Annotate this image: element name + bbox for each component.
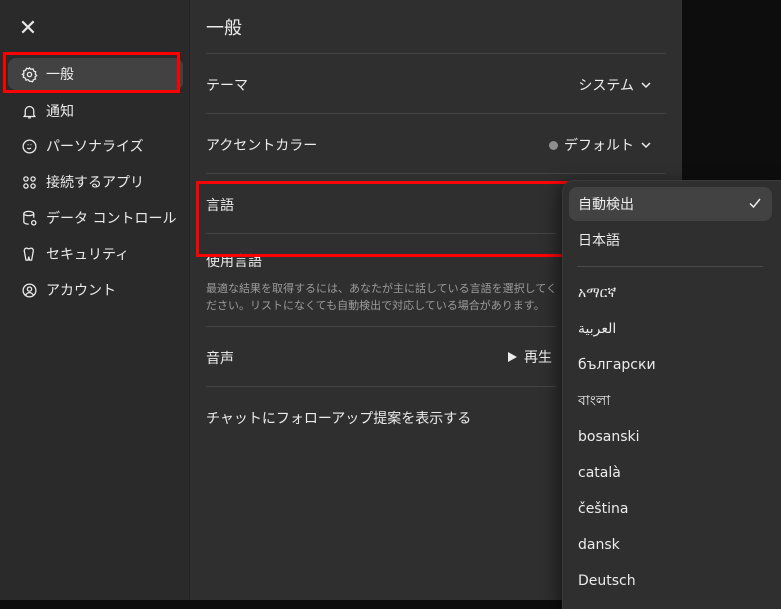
settings-sidebar: ✕ 一般 通知 パーソナライズ 接続するアプリ データ コントロール セキュリテ… (0, 0, 190, 600)
sidebar-item-general[interactable]: 一般 (8, 58, 183, 90)
sidebar-item-label: セキュリティ (46, 247, 130, 263)
sidebar-item-label: データ コントロール (46, 211, 177, 227)
dropdown-option-language[interactable]: বাংলা (569, 384, 772, 418)
chevron-down-icon (641, 142, 651, 149)
divider (206, 326, 556, 327)
dropdown-option-japanese[interactable]: 日本語 (569, 223, 772, 257)
user-circle-icon (20, 281, 38, 299)
divider (206, 173, 666, 174)
option-label: 日本語 (578, 233, 620, 249)
gear-icon (20, 65, 38, 83)
voice-label: 音声 (206, 351, 234, 367)
dropdown-option-language[interactable]: العربية (569, 312, 772, 346)
accent-color-value: デフォルト (564, 138, 634, 154)
dropdown-option-language[interactable]: dansk (569, 528, 772, 562)
sidebar-item-label: パーソナライズ (46, 139, 144, 155)
sidebar-item-account[interactable]: アカウント (8, 274, 183, 306)
voice-play-label: 再生 (524, 350, 552, 366)
database-icon (20, 209, 38, 227)
play-icon (508, 352, 517, 362)
dropdown-option-language[interactable]: български (569, 348, 772, 382)
accent-color-label: アクセントカラー (206, 138, 318, 154)
option-label: বাংলা (578, 393, 611, 409)
divider (206, 386, 556, 387)
option-label: català (578, 465, 621, 481)
sidebar-item-data-controls[interactable]: データ コントロール (8, 202, 183, 234)
sidebar-item-personalize[interactable]: パーソナライズ (8, 130, 183, 162)
option-label: dansk (578, 537, 620, 553)
language-dropdown: 自動検出 日本語 አማርኛ العربية български বাংলা bo… (562, 180, 781, 609)
option-label: العربية (578, 321, 617, 337)
bell-icon (20, 102, 38, 120)
sidebar-item-label: 一般 (46, 67, 74, 83)
theme-value: システム (578, 78, 634, 94)
spoken-language-label: 使用言語 (206, 254, 262, 270)
dropdown-option-language[interactable]: አማርኛ (569, 276, 772, 310)
divider (206, 113, 666, 114)
sidebar-item-security[interactable]: セキュリティ (8, 238, 183, 270)
accent-color-dot (549, 140, 558, 150)
page-title: 一般 (206, 18, 242, 39)
voice-play-button[interactable]: 再生 (506, 347, 552, 367)
theme-select[interactable]: システム (578, 75, 652, 95)
personalize-icon (20, 137, 38, 155)
shield-icon (20, 245, 38, 263)
dropdown-option-auto-detect[interactable]: 自動検出 (569, 187, 772, 221)
spoken-language-description: 最適な結果を取得するには、あなたが主に話している言語を選択してください。リストに… (206, 282, 558, 312)
checkmark-icon (749, 198, 761, 209)
chevron-down-icon (641, 82, 651, 89)
theme-label: テーマ (206, 78, 248, 94)
dropdown-option-language[interactable]: bosanski (569, 420, 772, 454)
divider (206, 233, 556, 234)
option-label: bosanski (578, 429, 640, 445)
apps-grid-icon (20, 173, 38, 191)
option-label: čeština (578, 501, 629, 517)
close-icon[interactable]: ✕ (16, 18, 40, 42)
dropdown-option-language[interactable]: català (569, 456, 772, 490)
sidebar-item-label: アカウント (46, 283, 116, 299)
option-label: አማርኛ (578, 285, 617, 301)
accent-color-select[interactable]: デフォルト (549, 135, 652, 155)
sidebar-item-label: 接続するアプリ (46, 175, 144, 191)
sidebar-item-connected-apps[interactable]: 接続するアプリ (8, 166, 183, 198)
sidebar-item-label: 通知 (46, 104, 74, 120)
divider (206, 53, 666, 54)
dropdown-option-language[interactable]: Deutsch (569, 564, 772, 598)
dropdown-separator (577, 266, 763, 267)
language-label: 言語 (206, 198, 234, 214)
sidebar-item-notifications[interactable]: 通知 (8, 95, 183, 127)
option-label: български (578, 357, 656, 373)
option-label: Deutsch (578, 573, 636, 589)
followup-suggestions-label: チャットにフォローアップ提案を表示する (206, 411, 472, 427)
dropdown-option-language[interactable]: čeština (569, 492, 772, 526)
option-label: 自動検出 (578, 197, 634, 213)
